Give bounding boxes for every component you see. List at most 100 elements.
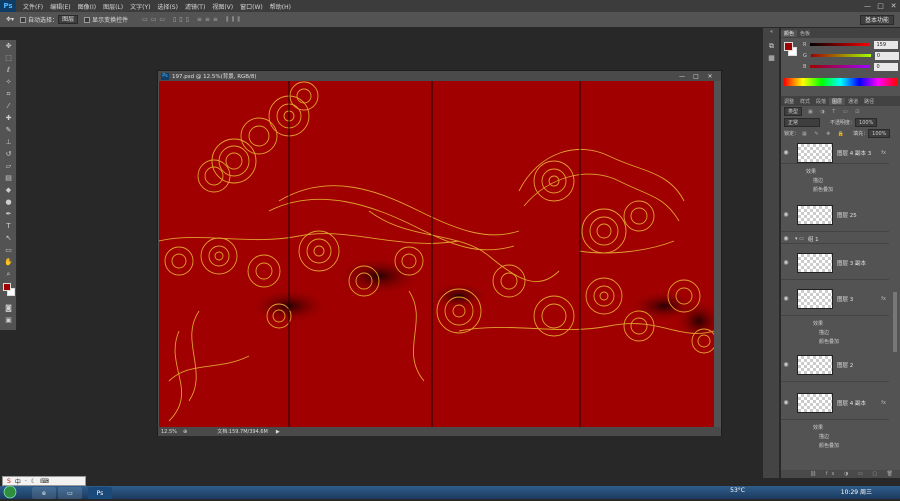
document-title-bar[interactable]: Ps 197.psd @ 12.5%(背景, RGB/8) <box>158 71 721 81</box>
brush-tool-icon[interactable]: ✎ <box>0 124 17 136</box>
lock-icons[interactable]: ▦ ✎ ✥ 🔒 <box>802 131 847 137</box>
taskbar-explorer-icon[interactable]: ▭ <box>58 487 82 499</box>
b-value[interactable]: 0 <box>874 62 899 71</box>
eyedropper-icon[interactable]: ⁄ <box>0 100 17 112</box>
menu-window[interactable]: 窗口(W) <box>240 2 263 11</box>
visibility-eye-icon[interactable]: ◉ <box>781 295 791 302</box>
status-arrow-icon[interactable]: ▶ <box>276 429 280 435</box>
g-value[interactable]: 0 <box>874 51 899 60</box>
effect-color-overlay[interactable]: 颜色叠加 <box>819 442 839 449</box>
quick-mask-icon[interactable]: ◙ <box>0 302 17 314</box>
collapse-icon[interactable]: « <box>763 28 780 36</box>
move-tool-icon[interactable]: ✥▾ <box>6 16 14 23</box>
path-select-icon[interactable]: ↖ <box>0 232 17 244</box>
slider-g[interactable]: G 0 <box>799 50 899 61</box>
magic-wand-icon[interactable]: ✧ <box>0 76 17 88</box>
layer-name[interactable]: 图层 4 副本 <box>837 399 881 407</box>
menu-image[interactable]: 图像(I) <box>78 2 96 11</box>
auto-select-dropdown[interactable]: 图层 <box>58 15 79 24</box>
tab-swatches[interactable]: 色板 <box>797 30 813 37</box>
menu-layer[interactable]: 图层(L) <box>103 2 123 11</box>
blur-tool-icon[interactable]: ◆ <box>0 184 17 196</box>
effect-stroke[interactable]: 描边 <box>819 433 829 440</box>
history-brush-icon[interactable]: ↺ <box>0 148 17 160</box>
r-bar[interactable] <box>810 43 871 46</box>
gradient-tool-icon[interactable]: ▤ <box>0 172 17 184</box>
layer-name[interactable]: 图层 25 <box>837 211 889 219</box>
dodge-tool-icon[interactable]: ● <box>0 196 17 208</box>
foreground-color-swatch[interactable] <box>3 283 11 291</box>
tab-styles[interactable]: 样式 <box>797 98 813 105</box>
visibility-eye-icon[interactable]: ◉ <box>781 259 791 266</box>
lasso-tool-icon[interactable]: ℓ <box>0 64 17 76</box>
effect-stroke[interactable]: 描边 <box>813 177 823 184</box>
slider-b[interactable]: B 0 <box>799 61 899 72</box>
effect-color-overlay[interactable]: 颜色叠加 <box>813 186 833 193</box>
layers-scrollbar[interactable] <box>893 292 897 352</box>
start-button[interactable] <box>0 485 20 499</box>
layer-row[interactable]: ◉ 图层 4 副本 3 fx <box>781 142 889 164</box>
menu-edit[interactable]: 编辑(E) <box>50 2 70 11</box>
effect-stroke[interactable]: 描边 <box>819 329 829 336</box>
screen-mode-icon[interactable]: ▣ <box>0 314 17 326</box>
doc-close-button[interactable]: ✕ <box>703 71 717 81</box>
marquee-tool-icon[interactable]: ⬚ <box>0 52 17 64</box>
layer-name[interactable]: 图层 2 <box>837 361 889 369</box>
menu-select[interactable]: 选择(S) <box>157 2 178 11</box>
healing-brush-icon[interactable]: ✚ <box>0 112 17 124</box>
visibility-eye-icon[interactable]: ◉ <box>781 149 791 156</box>
menu-filter[interactable]: 滤镜(T) <box>185 2 205 11</box>
opacity-input[interactable]: 100% <box>855 118 878 127</box>
workspace-dropdown[interactable]: 基本功能 <box>859 15 894 25</box>
taskbar-ie-icon[interactable]: e <box>32 487 56 499</box>
fx-icon[interactable]: fx <box>881 150 886 156</box>
tab-paths[interactable]: 路径 <box>861 98 877 105</box>
show-transform-checkbox[interactable] <box>84 16 91 23</box>
maximize-button[interactable]: □ <box>874 0 887 12</box>
layer-row[interactable]: ◉ 图层 25 <box>781 198 889 232</box>
taskbar-clock[interactable]: 10:29 周三 <box>841 487 872 496</box>
doc-maximize-button[interactable]: □ <box>689 71 703 81</box>
taskbar-photoshop-button[interactable]: Ps <box>88 487 112 499</box>
group-name[interactable]: 组 1 <box>808 235 889 243</box>
layer-name[interactable]: 图层 3 <box>837 295 881 303</box>
group-row[interactable]: ◉ ▾ ▭ 组 1 <box>781 234 889 244</box>
ime-punct[interactable]: · <box>25 478 27 485</box>
minimize-button[interactable]: — <box>861 0 874 12</box>
layer-footer-icons[interactable]: ⛓ fx ◑ ▭ ▢ 🗑 <box>810 471 897 477</box>
crop-tool-icon[interactable]: ⌗ <box>0 88 17 100</box>
fx-icon[interactable]: fx <box>881 400 886 406</box>
tab-paragraph[interactable]: 段落 <box>813 98 829 105</box>
move-tool-icon[interactable]: ✥ <box>0 40 17 52</box>
visibility-eye-icon[interactable]: ◉ <box>781 211 791 218</box>
tab-layers[interactable]: 图层 <box>829 97 846 105</box>
document-canvas[interactable] <box>159 81 714 427</box>
shape-tool-icon[interactable]: ▭ <box>0 244 17 256</box>
layer-name[interactable]: 图层 4 副本 3 <box>837 149 881 157</box>
layer-row[interactable]: ◉ 图层 3 副本 <box>781 246 889 280</box>
layer-name[interactable]: 图层 3 副本 <box>837 259 889 267</box>
properties-panel-icon[interactable]: ▦ <box>763 52 780 64</box>
history-panel-icon[interactable]: ⧉ <box>763 40 780 52</box>
hand-tool-icon[interactable]: ✋ <box>0 256 17 268</box>
ime-moon[interactable]: ☾ <box>31 478 36 485</box>
layer-row[interactable]: ◉ 图层 3 fx <box>781 282 889 316</box>
b-bar[interactable] <box>810 65 871 68</box>
menu-view[interactable]: 视图(V) <box>212 2 233 11</box>
stamp-tool-icon[interactable]: ⊥ <box>0 136 17 148</box>
layer-filter-dropdown[interactable]: 类型 <box>784 107 803 116</box>
type-tool-icon[interactable]: T <box>0 220 17 232</box>
tab-adjustments[interactable]: 调整 <box>781 98 797 105</box>
r-value[interactable]: 159 <box>874 40 899 49</box>
doc-minimize-button[interactable]: — <box>675 71 689 81</box>
menu-type[interactable]: 文字(Y) <box>130 2 150 11</box>
layer-row[interactable]: ◉ 图层 4 副本 fx <box>781 386 889 420</box>
layer-row[interactable]: ◉ 图层 2 <box>781 348 889 382</box>
tab-color[interactable]: 颜色 <box>781 29 798 37</box>
eraser-tool-icon[interactable]: ▱ <box>0 160 17 172</box>
slider-r[interactable]: R 159 <box>799 39 899 50</box>
weather-widget[interactable]: 53°C <box>730 487 745 494</box>
visibility-eye-icon[interactable]: ◉ <box>781 361 791 368</box>
fg-swatch[interactable] <box>784 42 793 51</box>
fill-input[interactable]: 100% <box>868 129 891 138</box>
